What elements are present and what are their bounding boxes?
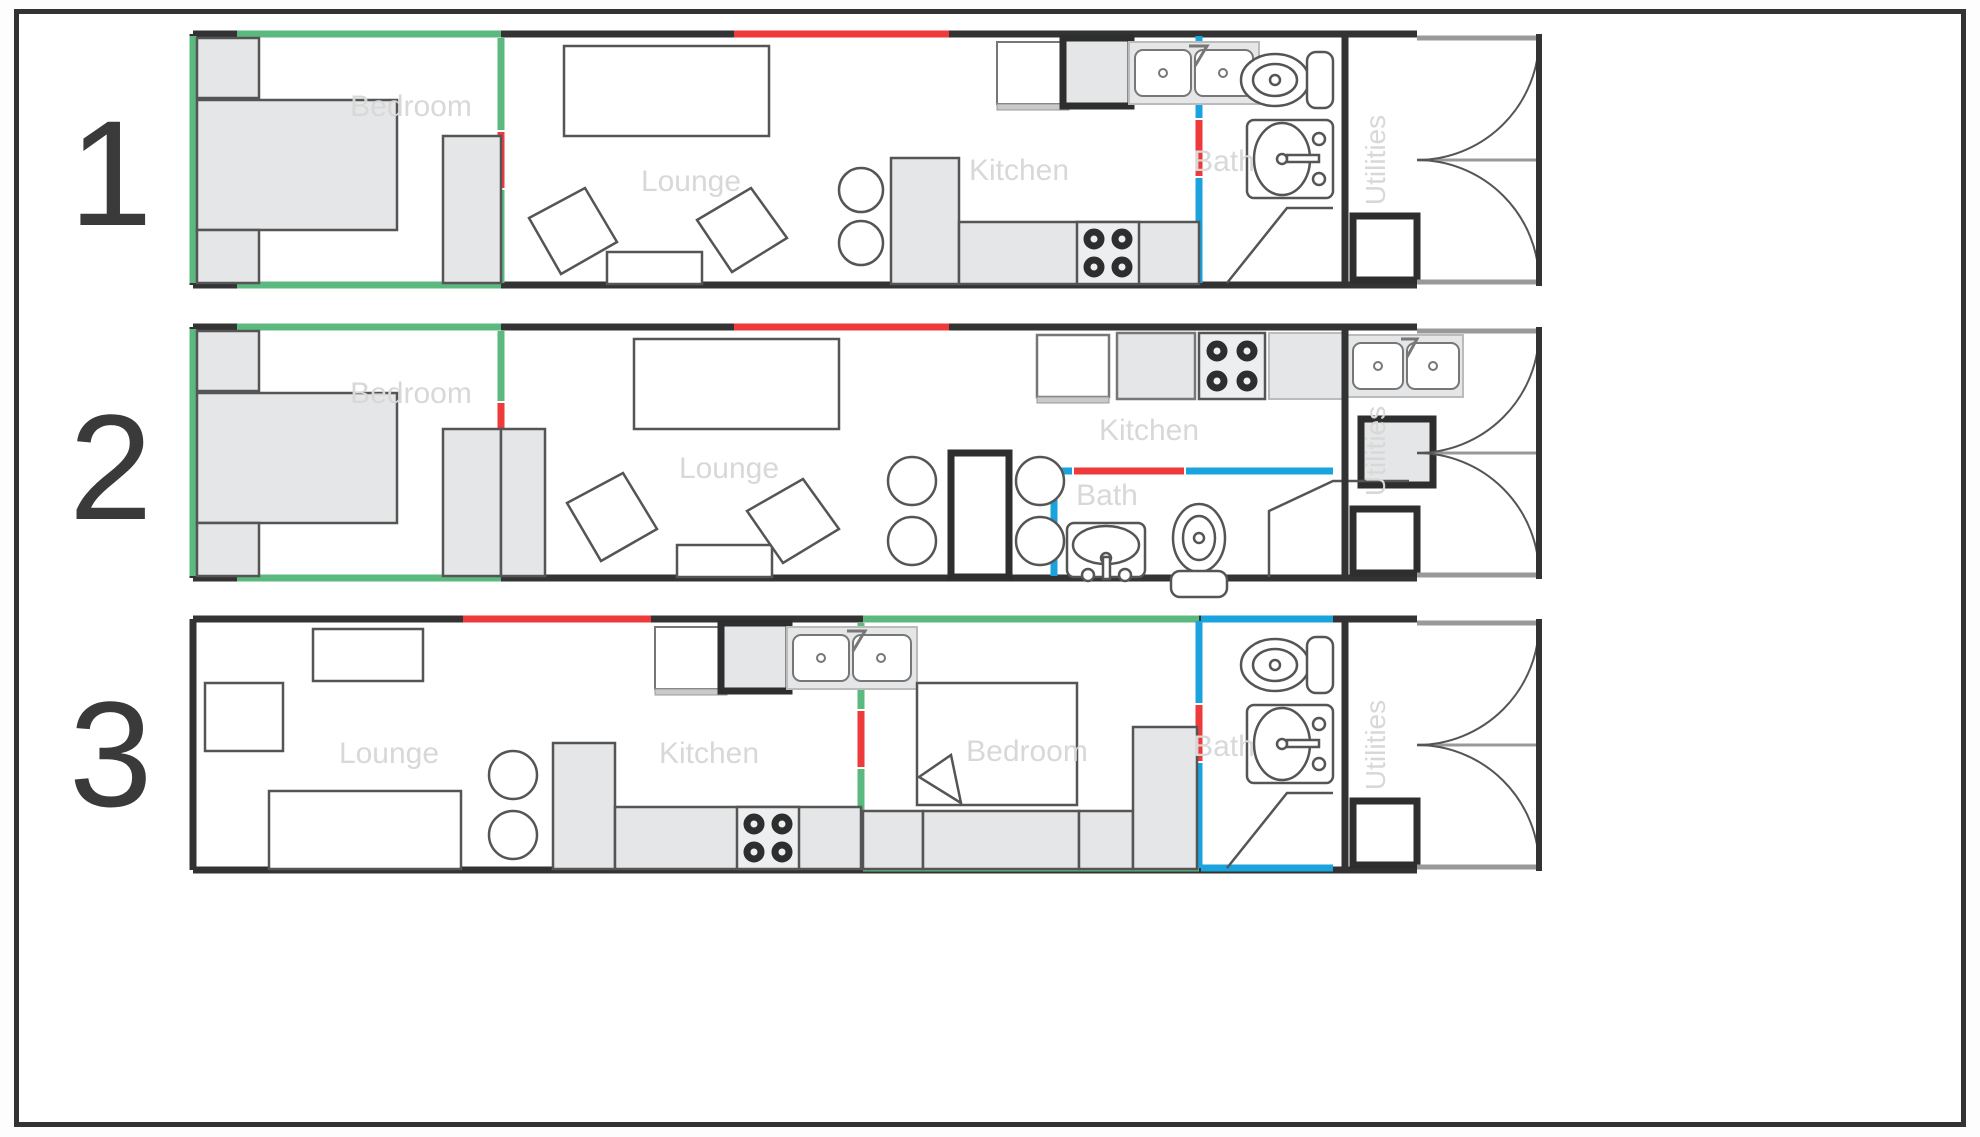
room-label-lounge: Lounge [641,165,741,198]
cooktop-4-burner [1075,220,1141,286]
dishwasher [717,619,793,695]
wardrobe [441,427,503,578]
shower [1226,791,1333,869]
double-sink [786,626,918,690]
bed [195,391,399,525]
stool [1014,515,1066,567]
sofa [632,337,841,431]
room-label-kitchen: Kitchen [659,737,759,770]
stool [886,515,938,567]
plan-1-drawing: Bedroom Lounge Kitchen Bath Utilities [189,30,1542,289]
coffee-table [675,543,774,579]
rear-doors [1416,34,1542,286]
room-label-bath: Bath [1193,145,1255,178]
nightstand [195,521,261,578]
dishwasher [1059,34,1135,110]
room-label-kitchen: Kitchen [1099,414,1199,447]
nightstand [195,36,261,100]
cooktop-4-burner [735,805,801,871]
double-sink [1128,41,1260,105]
wardrobe [441,134,503,285]
room-label-utilities: Utilities [1360,115,1391,205]
plan-frame-border: 1 Bedroom Lounge Kitchen Bath Utilities … [14,9,1966,1127]
plan-2-drawing: Bedroom Lounge Kitchen Bath Utilities [189,323,1542,599]
floor-plan-page: 1 Bedroom Lounge Kitchen Bath Utilities … [0,0,1980,1137]
room-label-bedroom: Bedroom [350,377,472,410]
storage [921,809,1081,871]
side-table [311,627,425,683]
storage [861,809,925,871]
counter [551,741,617,871]
cooktop-4-burner [1197,331,1267,401]
storage [1077,809,1135,871]
water-heater [1349,212,1421,284]
room-label-bath: Bath [1193,730,1255,763]
room-label-utilities: Utilities [1360,406,1391,496]
room-label-bedroom: Bedroom [350,90,472,123]
water-heater [1349,505,1421,577]
double-sink [1346,334,1464,398]
nightstand [195,329,261,393]
stool [837,166,885,214]
wardrobe [1131,725,1199,871]
coffee-table [605,250,704,286]
vanity-sink [1245,118,1335,200]
shower [1226,206,1333,284]
coffee-table [203,681,285,753]
counter [1268,332,1348,400]
stool [837,219,885,267]
plan-3-drawing: Lounge Kitchen Bedroom Bath Utilities [189,615,1542,874]
nightstand [195,228,261,285]
armchair [527,186,619,276]
armchair [695,186,789,274]
vanity-sink [1065,521,1147,583]
stool [487,809,539,861]
plan-number-2: 2 [69,383,153,551]
plan-number-3: 3 [69,670,153,838]
armchair [565,471,659,563]
toilet [1239,635,1335,695]
refrigerator [996,41,1070,111]
room-label-lounge: Lounge [679,452,779,485]
room-label-kitchen: Kitchen [969,154,1069,187]
plan-2: Bedroom Lounge Kitchen Bath Utilities [189,323,1549,599]
counter [889,156,961,286]
stool [487,749,539,801]
room-label-lounge: Lounge [339,737,439,770]
room-label-bath: Bath [1076,479,1138,512]
partition [947,449,1013,581]
sofa [267,789,463,871]
stool [1014,455,1066,507]
refrigerator [1035,333,1111,399]
plan-number-1: 1 [69,89,153,257]
stool [886,455,938,507]
toilet [1239,50,1335,110]
counter [1115,331,1197,401]
wardrobe [499,427,547,578]
room-label-utilities: Utilities [1360,700,1391,790]
vanity-sink [1245,703,1335,785]
water-heater [1349,797,1421,869]
sofa [562,44,771,138]
plan-3: Lounge Kitchen Bedroom Bath Utilities [189,615,1549,885]
room-label-bedroom: Bedroom [966,735,1088,768]
toilet [1169,502,1229,599]
refrigerator [654,626,728,696]
plan-1: Bedroom Lounge Kitchen Bath Utilities [189,30,1549,300]
rear-doors [1416,619,1542,871]
